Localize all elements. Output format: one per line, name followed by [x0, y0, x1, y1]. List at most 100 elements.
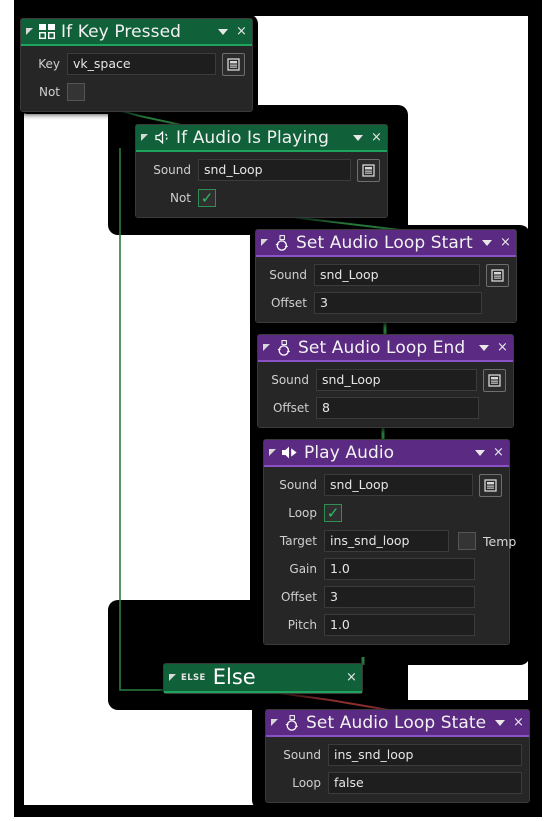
audio-dashed-icon	[153, 129, 171, 147]
field-row-loop: Loop false	[273, 772, 522, 794]
node-shadow-backdrop	[528, 0, 542, 817]
node-title: Play Audio	[304, 442, 395, 463]
field-row-loop: Loop ✓	[271, 502, 502, 524]
collapse-triangle-icon[interactable]	[26, 28, 33, 35]
close-icon[interactable]: ×	[500, 236, 511, 249]
field-row-key: Key vk_space	[28, 52, 245, 76]
node-set-audio-loop-end[interactable]: Set Audio Loop End × Sound snd_Loop Offs	[257, 334, 514, 428]
node-header[interactable]: ELSE Else ×	[164, 664, 362, 693]
field-row-offset: Offset 8	[265, 397, 506, 419]
keyboard-grid-icon	[38, 23, 56, 41]
audio-loop-icon	[275, 339, 293, 357]
offset-input[interactable]: 3	[324, 586, 475, 608]
node-title: Set Audio Loop Start	[296, 232, 473, 253]
close-icon[interactable]: ×	[513, 716, 524, 729]
field-row-sound: Sound snd_Loop	[143, 158, 380, 182]
node-header[interactable]: Play Audio ×	[264, 440, 509, 467]
field-label: Offset	[280, 590, 317, 604]
node-title: If Audio Is Playing	[176, 127, 330, 148]
node-title: Set Audio Loop State	[306, 712, 487, 733]
sound-input[interactable]: ins_snd_loop	[328, 744, 522, 766]
field-row-gain: Gain 1.0	[271, 558, 502, 580]
close-icon[interactable]: ×	[497, 341, 508, 354]
not-checkbox[interactable]: ✓	[198, 189, 216, 207]
field-label: Key	[38, 57, 60, 71]
field-row-target: Target ins_snd_loop Temp	[271, 530, 516, 552]
sound-menu-button[interactable]	[479, 473, 502, 497]
field-label: Sound	[283, 748, 321, 762]
key-menu-button[interactable]	[222, 52, 245, 76]
close-icon[interactable]: ×	[346, 671, 357, 684]
node-if-key-pressed[interactable]: If Key Pressed × Key vk_space Not	[20, 18, 253, 112]
collapse-triangle-icon[interactable]	[263, 344, 270, 351]
not-checkbox[interactable]	[67, 83, 85, 101]
temp-checkbox[interactable]	[458, 532, 476, 550]
gain-input[interactable]: 1.0	[324, 558, 475, 580]
sound-input[interactable]: snd_Loop	[198, 159, 351, 181]
collapse-triangle-icon[interactable]	[141, 134, 148, 141]
collapse-triangle-icon[interactable]	[261, 239, 268, 246]
field-label: Gain	[289, 562, 317, 576]
key-input[interactable]: vk_space	[67, 53, 216, 75]
node-set-audio-loop-state[interactable]: Set Audio Loop State × Sound ins_snd_loo…	[265, 709, 530, 803]
chevron-down-icon[interactable]	[475, 449, 485, 456]
field-label: Sound	[271, 373, 309, 387]
node-graph-canvas[interactable]: If Key Pressed × Key vk_space Not If Aud…	[0, 0, 550, 821]
field-row-sound: Sound ins_snd_loop	[273, 744, 522, 766]
collapse-triangle-icon[interactable]	[269, 449, 276, 456]
node-title: Else	[212, 665, 256, 689]
field-label: Sound	[153, 163, 191, 177]
chevron-down-icon[interactable]	[218, 28, 228, 35]
offset-input[interactable]: 8	[316, 397, 479, 419]
node-body: Sound snd_Loop Offset 3	[256, 257, 516, 322]
field-row-not: Not	[28, 81, 245, 103]
collapse-triangle-icon[interactable]	[169, 674, 176, 681]
field-row-offset: Offset 3	[271, 586, 502, 608]
audio-loop-icon	[273, 234, 291, 252]
node-header[interactable]: If Key Pressed ×	[21, 19, 252, 46]
pitch-input[interactable]: 1.0	[324, 614, 475, 636]
node-body: Sound ins_snd_loop Loop false	[266, 737, 529, 802]
chevron-down-icon[interactable]	[495, 719, 505, 726]
offset-input[interactable]: 3	[314, 292, 482, 314]
loop-input[interactable]: false	[328, 772, 522, 794]
field-label: Loop	[292, 776, 321, 790]
collapse-triangle-icon[interactable]	[271, 719, 278, 726]
checkmark-icon: ✓	[200, 188, 214, 207]
close-icon[interactable]: ×	[236, 25, 247, 38]
node-body: Key vk_space Not	[21, 46, 252, 111]
node-if-audio-is-playing[interactable]: If Audio Is Playing × Sound snd_Loop Not	[135, 124, 388, 218]
node-shadow-backdrop	[14, 10, 24, 815]
target-input[interactable]: ins_snd_loop	[324, 530, 449, 552]
audio-loop-icon	[283, 714, 301, 732]
node-shadow-backdrop	[14, 0, 538, 16]
node-else[interactable]: ELSE Else ×	[163, 663, 363, 694]
node-header[interactable]: Set Audio Loop Start ×	[256, 230, 516, 257]
node-header[interactable]: If Audio Is Playing ×	[136, 125, 387, 152]
chevron-down-icon[interactable]	[482, 239, 492, 246]
field-row-not: Not ✓	[143, 187, 380, 209]
chevron-down-icon[interactable]	[479, 344, 489, 351]
sound-input[interactable]: snd_Loop	[314, 264, 480, 286]
sound-menu-button[interactable]	[486, 263, 509, 287]
field-label: Pitch	[287, 618, 317, 632]
node-shadow-backdrop	[14, 805, 538, 817]
field-row-offset: Offset 3	[263, 292, 509, 314]
node-header[interactable]: Set Audio Loop End ×	[258, 335, 513, 362]
sound-menu-button[interactable]	[483, 368, 506, 392]
sound-input[interactable]: snd_Loop	[316, 369, 477, 391]
close-icon[interactable]: ×	[371, 131, 382, 144]
temp-label: Temp	[483, 533, 517, 549]
field-row-sound: Sound snd_Loop	[271, 473, 502, 497]
node-set-audio-loop-start[interactable]: Set Audio Loop Start × Sound snd_Loop Of	[255, 229, 517, 323]
field-row-sound: Sound snd_Loop	[263, 263, 509, 287]
close-icon[interactable]: ×	[493, 446, 504, 459]
node-header[interactable]: Set Audio Loop State ×	[266, 710, 529, 737]
loop-checkbox[interactable]: ✓	[324, 504, 342, 522]
field-label: Offset	[272, 401, 309, 415]
sound-menu-button[interactable]	[357, 158, 380, 182]
sound-input[interactable]: snd_Loop	[324, 474, 473, 496]
else-tag-icon: ELSE	[181, 672, 206, 683]
node-play-audio[interactable]: Play Audio × Sound snd_Loop Loop ✓ Targe…	[263, 439, 516, 645]
chevron-down-icon[interactable]	[353, 134, 363, 141]
